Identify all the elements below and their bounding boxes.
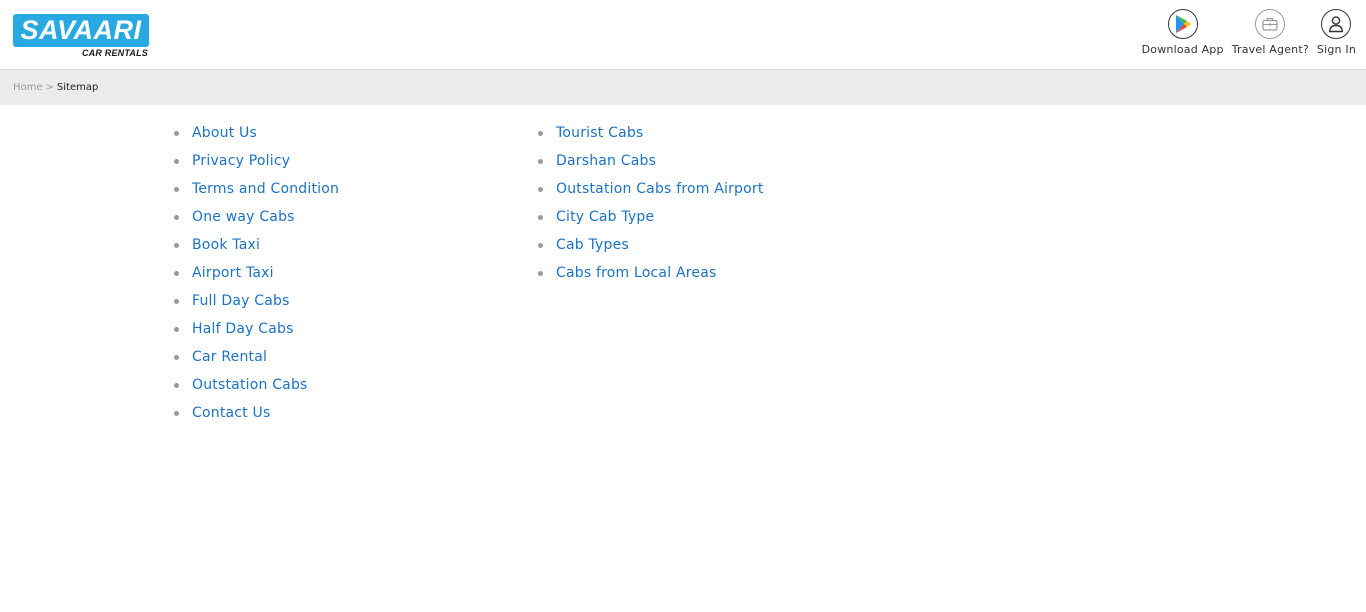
download-app-label: Download App (1141, 43, 1224, 56)
sitemap-link-outstation-cabs-from-airport[interactable]: Outstation Cabs from Airport (556, 181, 764, 197)
sitemap-list-item: Outstation Cabs (174, 371, 339, 399)
sitemap-list-item: City Cab Type (538, 203, 764, 231)
sitemap-column-1: About Us Privacy Policy Terms and Conditio… (174, 119, 339, 427)
sitemap-list-item: Car Rental (174, 343, 339, 371)
sitemap-link-book-taxi[interactable]: Book Taxi (192, 237, 260, 253)
breadcrumb-home-link[interactable]: Home (13, 82, 43, 93)
sitemap-list-item: Tourist Cabs (538, 119, 764, 147)
bullet-icon (174, 270, 179, 276)
sitemap-link-cabs-from-local-areas[interactable]: Cabs from Local Areas (556, 265, 716, 281)
sitemap-link-contact-us[interactable]: Contact Us (192, 405, 270, 421)
sitemap-link-tourist-cabs[interactable]: Tourist Cabs (556, 125, 643, 141)
sitemap-link-one-way-cabs[interactable]: One way Cabs (192, 209, 295, 225)
logo-wordmark: SAVAARI (13, 14, 149, 47)
sitemap-link-cab-types[interactable]: Cab Types (556, 237, 629, 253)
bullet-icon (174, 214, 179, 220)
sitemap-link-darshan-cabs[interactable]: Darshan Cabs (556, 153, 656, 169)
breadcrumb-current: Sitemap (56, 82, 99, 93)
sitemap-link-car-rental[interactable]: Car Rental (192, 349, 267, 365)
sitemap-list-item: One way Cabs (174, 203, 339, 231)
travel-agent-label: Travel Agent? (1231, 43, 1309, 56)
travel-agent-button[interactable]: Travel Agent? (1232, 9, 1309, 56)
sitemap-column-2: Tourist Cabs Darshan Cabs Outstation Cabs … (538, 119, 764, 287)
bullet-icon (174, 186, 179, 192)
sitemap-link-about-us[interactable]: About Us (192, 125, 257, 141)
bullet-icon (174, 298, 179, 304)
bullet-icon (174, 354, 179, 360)
bullet-icon (538, 270, 543, 276)
sitemap-link-privacy-policy[interactable]: Privacy Policy (192, 153, 290, 169)
site-header: SAVAARI CAR RENTALS Download App Travel … (0, 0, 1366, 70)
sitemap-list-item: Darshan Cabs (538, 147, 764, 175)
sitemap-link-airport-taxi[interactable]: Airport Taxi (192, 265, 274, 281)
sitemap-list-item: Half Day Cabs (174, 315, 339, 343)
sign-in-label: Sign In (1316, 43, 1356, 56)
sitemap-list-item: Full Day Cabs (174, 287, 339, 315)
sitemap-list-item: Privacy Policy (174, 147, 339, 175)
bullet-icon (538, 158, 543, 164)
sitemap-link-city-cab-type[interactable]: City Cab Type (556, 209, 654, 225)
sitemap-list-item: About Us (174, 119, 339, 147)
sitemap-list-item: Cabs from Local Areas (538, 259, 764, 287)
sitemap-list-item: Contact Us (174, 399, 339, 427)
breadcrumb-separator: > (45, 82, 54, 93)
bullet-icon (174, 326, 179, 332)
sitemap-list-item: Terms and Condition (174, 175, 339, 203)
play-store-icon (1167, 9, 1198, 39)
breadcrumb: Home > Sitemap (0, 70, 1366, 105)
user-icon (1321, 9, 1352, 39)
bullet-icon (174, 410, 179, 416)
sitemap-list-item: Airport Taxi (174, 259, 339, 287)
sitemap-link-half-day-cabs[interactable]: Half Day Cabs (192, 321, 294, 337)
bullet-icon (538, 130, 543, 136)
header-actions: Download App Travel Agent? Sign In (1134, 9, 1356, 56)
bullet-icon (174, 130, 179, 136)
sitemap-list-item: Cab Types (538, 231, 764, 259)
sitemap-link-terms-and-condition[interactable]: Terms and Condition (192, 181, 339, 197)
sign-in-button[interactable]: Sign In (1317, 9, 1356, 56)
bullet-icon (174, 242, 179, 248)
sitemap-link-full-day-cabs[interactable]: Full Day Cabs (192, 293, 290, 309)
bullet-icon (174, 382, 179, 388)
bullet-icon (174, 158, 179, 164)
logo-tagline: CAR RENTALS (81, 48, 148, 58)
sitemap-list-item: Outstation Cabs from Airport (538, 175, 764, 203)
download-app-button[interactable]: Download App (1142, 9, 1224, 56)
bullet-icon (538, 186, 543, 192)
sitemap-list-item: Book Taxi (174, 231, 339, 259)
briefcase-icon (1255, 9, 1286, 39)
bullet-icon (538, 214, 543, 220)
bullet-icon (538, 242, 543, 248)
sitemap-link-outstation-cabs[interactable]: Outstation Cabs (192, 377, 308, 393)
savaari-logo[interactable]: SAVAARI CAR RENTALS (13, 14, 150, 60)
